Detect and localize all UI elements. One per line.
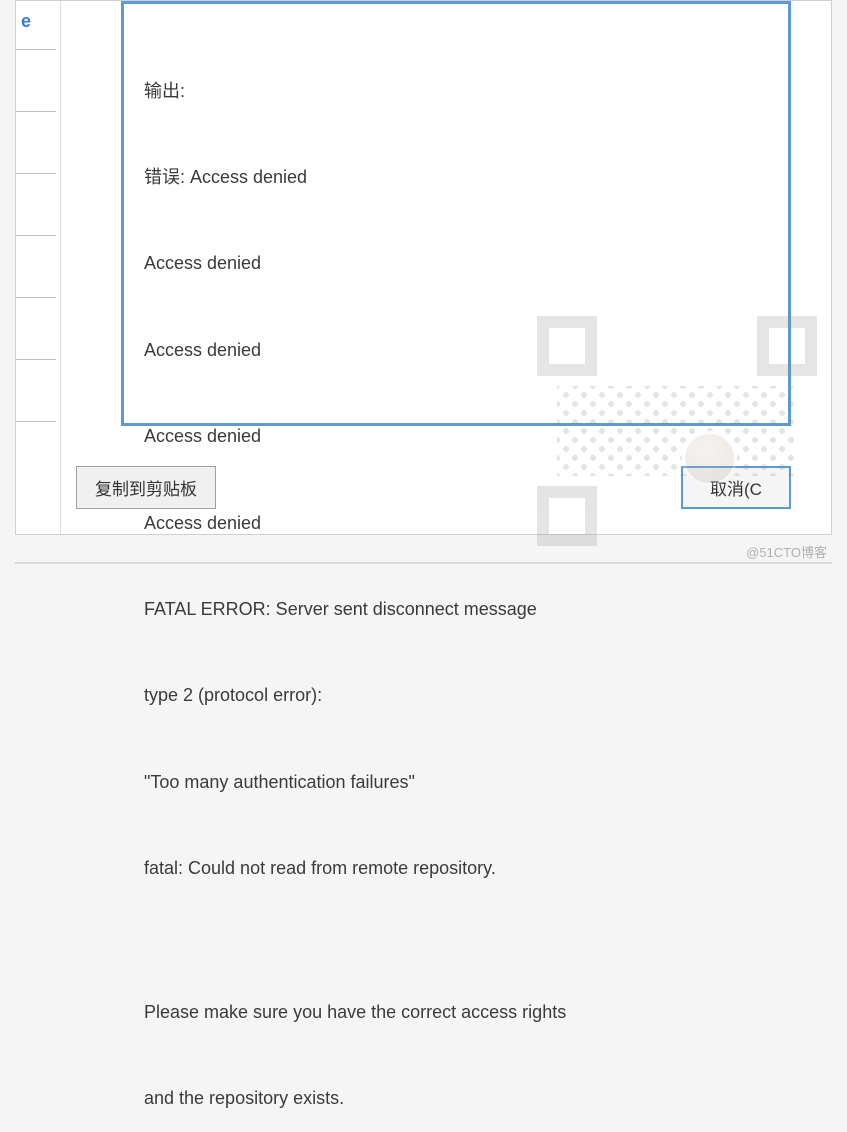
output-line: Access denied — [144, 336, 768, 365]
error-output: 输出: 错误: Access denied Access denied Acce… — [144, 19, 768, 1132]
gutter-tick — [16, 421, 56, 422]
divider — [15, 562, 832, 564]
output-line: Access denied — [144, 249, 768, 278]
gutter-tick — [16, 173, 56, 174]
watermark-text: @51CTO博客 — [746, 542, 827, 561]
output-line: Please make sure you have the correct ac… — [144, 998, 768, 1027]
output-line: fatal: Could not read from remote reposi… — [144, 854, 768, 883]
gutter-tick — [16, 49, 56, 50]
dialog-container: e 输出: 错误: Access denied Access denied Ac… — [15, 0, 832, 535]
output-line: Access denied — [144, 509, 768, 538]
output-line: FATAL ERROR: Server sent disconnect mess… — [144, 595, 768, 624]
cancel-button[interactable]: 取消(C — [681, 466, 791, 509]
output-line: type 2 (protocol error): — [144, 681, 768, 710]
error-text-panel: 输出: 错误: Access denied Access denied Acce… — [121, 1, 791, 426]
left-gutter: e — [16, 1, 61, 534]
dialog-body: 输出: 错误: Access denied Access denied Acce… — [71, 1, 811, 444]
gutter-tick — [16, 235, 56, 236]
button-bar: 复制到剪贴板 取消(C — [76, 466, 791, 509]
output-line: "Too many authentication failures" — [144, 768, 768, 797]
output-line: 输出: — [144, 77, 768, 106]
gutter-tick — [16, 111, 56, 112]
output-line: Access denied — [144, 422, 768, 451]
gutter-tick — [16, 359, 56, 360]
gutter-tick — [16, 297, 56, 298]
copy-to-clipboard-button[interactable]: 复制到剪贴板 — [76, 466, 216, 509]
gutter-label: e — [21, 11, 31, 32]
output-line: 错误: Access denied — [144, 163, 768, 192]
output-line: and the repository exists. — [144, 1084, 768, 1113]
